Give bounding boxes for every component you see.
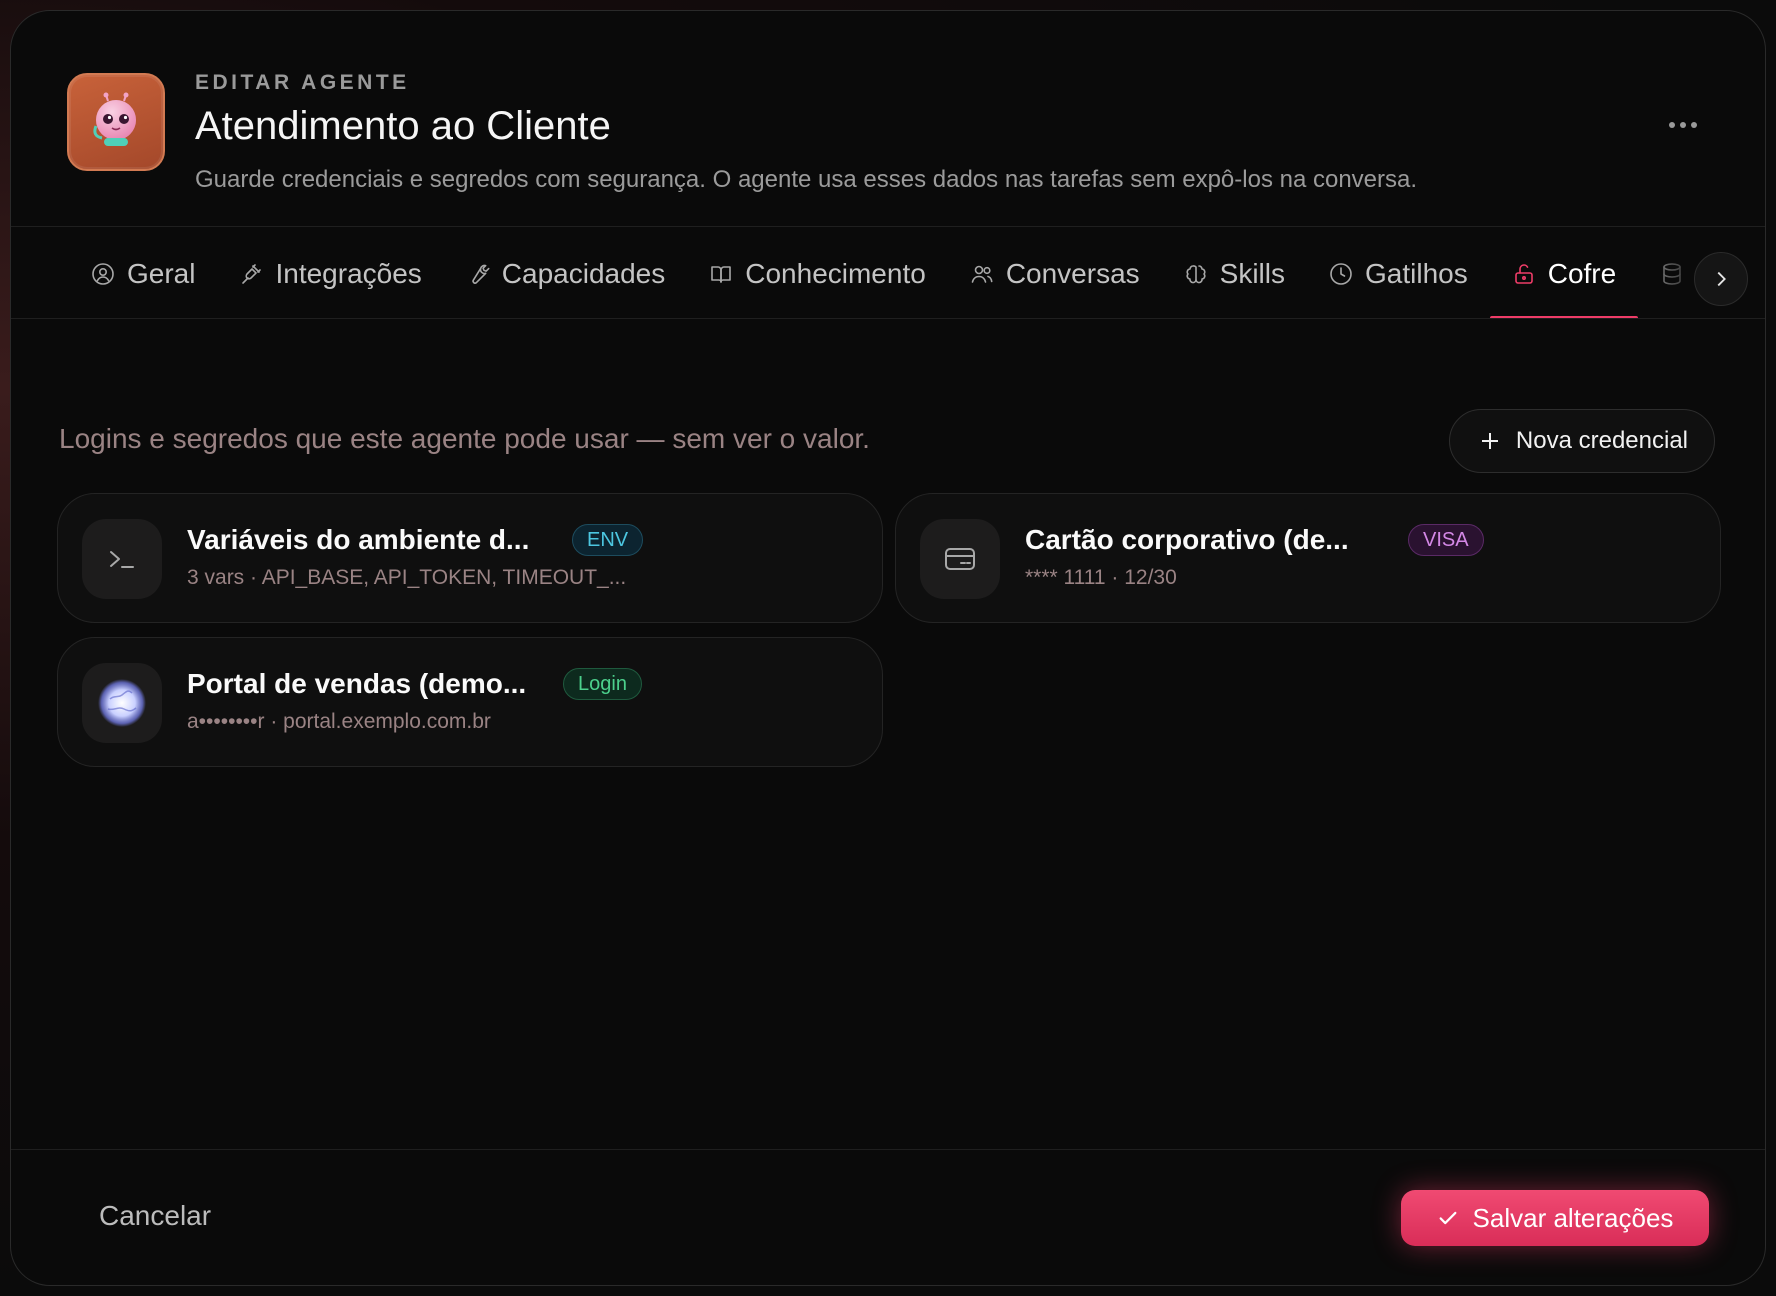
credential-name: Portal de vendas (demo... (187, 668, 527, 699)
check-icon (1439, 1211, 1456, 1225)
scroll-tabs-right-button[interactable] (1694, 252, 1748, 306)
new-credential-button[interactable]: Nova credencial (1448, 409, 1715, 473)
tab-label: Capacidades (501, 257, 666, 289)
tab-skills[interactable]: Skills (1162, 227, 1307, 318)
user-circle-icon (92, 262, 114, 285)
cancel-button[interactable]: Cancelar (99, 1200, 211, 1232)
credential-name: Variáveis do ambiente d... (187, 524, 530, 555)
credential-card-env[interactable]: Variáveis do ambiente d... ENV 3 vars · … (57, 493, 883, 623)
page-title: Atendimento ao Cliente (195, 104, 611, 148)
tab-integracoes[interactable]: Integrações (217, 227, 443, 318)
wrench-icon (472, 264, 490, 284)
credential-type-badge: VISA (1408, 524, 1484, 556)
credential-meta: **** 1111 · 12/30 (1025, 566, 1177, 589)
save-label: Salvar alterações (1472, 1202, 1674, 1233)
tab-label: Gatilhos (1365, 257, 1468, 289)
more-dot (1691, 122, 1697, 128)
page-subtitle: Guarde credenciais e segredos com segura… (195, 166, 1418, 193)
tab-geral[interactable]: Geral (69, 227, 217, 318)
users-icon (971, 265, 993, 283)
credential-meta: a••••••••r · portal.exemplo.com.br (187, 710, 491, 733)
plus-icon (1481, 433, 1498, 449)
tab-bar: Geral Integrações Capacidades Conhecimen… (11, 226, 1765, 319)
book-icon (711, 265, 732, 283)
credit-card-icon (920, 519, 1000, 599)
tab-label: Skills (1219, 257, 1285, 289)
tab-list: Geral Integrações Capacidades Conhecimen… (69, 227, 1738, 318)
edit-agent-modal: EDITAR AGENTE Atendimento ao Cliente Gua… (10, 10, 1766, 1286)
tab-capacidades[interactable]: Capacidades (444, 227, 687, 318)
credential-card-visa[interactable]: Cartão corporativo (de... VISA **** 1111… (895, 493, 1721, 623)
chevron-right-icon (1717, 271, 1726, 287)
tab-conversas[interactable]: Conversas (948, 227, 1162, 318)
plug-icon (242, 263, 262, 284)
more-horizontal-icon (1669, 122, 1675, 128)
tab-label: Conhecimento (745, 257, 926, 289)
credential-type-badge: Login (563, 668, 642, 700)
tab-gatilhos[interactable]: Gatilhos (1307, 227, 1490, 318)
modal-footer: Cancelar Salvar alterações (11, 1149, 1765, 1285)
credential-type-badge: ENV (572, 524, 644, 556)
lock-icon (1514, 263, 1533, 284)
tab-label: Integrações (275, 257, 422, 289)
clock-icon (1330, 262, 1352, 285)
tab-conhecimento[interactable]: Conhecimento (687, 227, 948, 318)
new-credential-label: Nova credencial (1515, 427, 1688, 454)
credential-name: Cartão corporativo (de... (1025, 524, 1349, 555)
brain-icon (1186, 264, 1206, 283)
tab-label: Conversas (1005, 257, 1140, 289)
globe-icon (82, 663, 162, 743)
robot-mascot-icon (67, 73, 165, 171)
tab-cofre[interactable]: Cofre (1489, 227, 1639, 318)
tab-label: Cofre (1547, 257, 1617, 289)
credential-meta: 3 vars · API_BASE, API_TOKEN, TIMEOUT_..… (187, 566, 627, 589)
modal-header: EDITAR AGENTE Atendimento ao Cliente Gua… (11, 11, 1765, 226)
tab-label: Geral (127, 257, 196, 289)
header-eyebrow: EDITAR AGENTE (195, 71, 410, 94)
save-button[interactable]: Salvar alterações (1401, 1190, 1709, 1246)
more-dot (1680, 122, 1686, 128)
credential-card-login[interactable]: Portal de vendas (demo... Login a•••••••… (57, 637, 883, 767)
more-options-button[interactable] (1661, 111, 1705, 139)
vault-intro-text: Logins e segredos que este agente pode u… (59, 423, 870, 454)
terminal-icon (82, 519, 162, 599)
